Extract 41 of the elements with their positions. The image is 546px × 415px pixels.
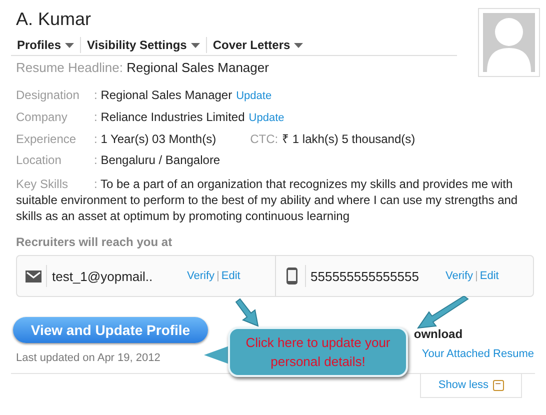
envelope-icon xyxy=(25,270,42,282)
contact-value: test_1@yopmail.. xyxy=(52,268,154,286)
avatar-placeholder xyxy=(478,8,540,77)
caret-icon xyxy=(294,42,304,48)
field-label: Resume Headline: xyxy=(16,60,123,75)
caret-icon xyxy=(65,42,74,48)
field-value: : Reliance Industries Limited xyxy=(94,109,245,126)
edit-link[interactable]: Edit xyxy=(480,266,499,286)
field-label: CTC: xyxy=(250,131,278,148)
field-label: Experience xyxy=(16,131,78,148)
field-value: : Bengaluru / Bangalore xyxy=(94,152,220,169)
collapse-icon: − xyxy=(492,380,504,390)
menu-dropdown[interactable]: Profiles xyxy=(11,37,80,53)
view-update-profile-button[interactable]: View and Update Profile xyxy=(13,317,208,343)
field-value: : 1 Year(s) 03 Month(s) xyxy=(94,131,216,148)
key-skills-text: Key Skills : To be a part of an organization that recognizes my skills and provides me with suitable environment to perform to the best of my ability and where I can use my strengths and skills as an asset at optimum by promoting continuous learning xyxy=(16,176,519,224)
attached-resume-link[interactable]: Your Attached Resume xyxy=(422,346,534,362)
verify-link[interactable]: Verify xyxy=(187,266,215,286)
field-value: : Regional Sales Manager xyxy=(94,87,232,104)
show-less-button[interactable]: Show less − xyxy=(420,374,522,398)
caret-icon xyxy=(190,42,200,48)
field-label: Designation xyxy=(16,87,80,104)
contact-value: 555555555555555 xyxy=(310,268,420,286)
last-updated-text: Last updated on Apr 19, 2012 xyxy=(16,351,162,366)
link-separator: | xyxy=(216,268,220,284)
download-heading: ownload xyxy=(414,326,463,343)
phone-icon xyxy=(286,267,298,285)
arrow-icon xyxy=(414,296,470,330)
section-heading: Recruiters will reach you at xyxy=(16,234,174,250)
field-label: Location xyxy=(16,152,62,169)
update-link[interactable]: Update xyxy=(236,86,272,107)
profile-name: A. Kumar xyxy=(15,8,92,30)
field-value: Regional Sales Manager xyxy=(126,60,269,75)
field-label: Company xyxy=(16,109,68,126)
verify-link[interactable]: Verify xyxy=(446,266,474,286)
field-value: ₹ 1 lakh(s) 5 thousand(s) xyxy=(282,131,416,148)
update-link[interactable]: Update xyxy=(248,108,284,129)
menu-dropdown[interactable]: Visibility Settings xyxy=(80,37,206,53)
menu-dropdown[interactable]: Cover Letters xyxy=(206,37,310,53)
edit-link[interactable]: Edit xyxy=(221,266,240,286)
link-separator: | xyxy=(475,268,478,284)
